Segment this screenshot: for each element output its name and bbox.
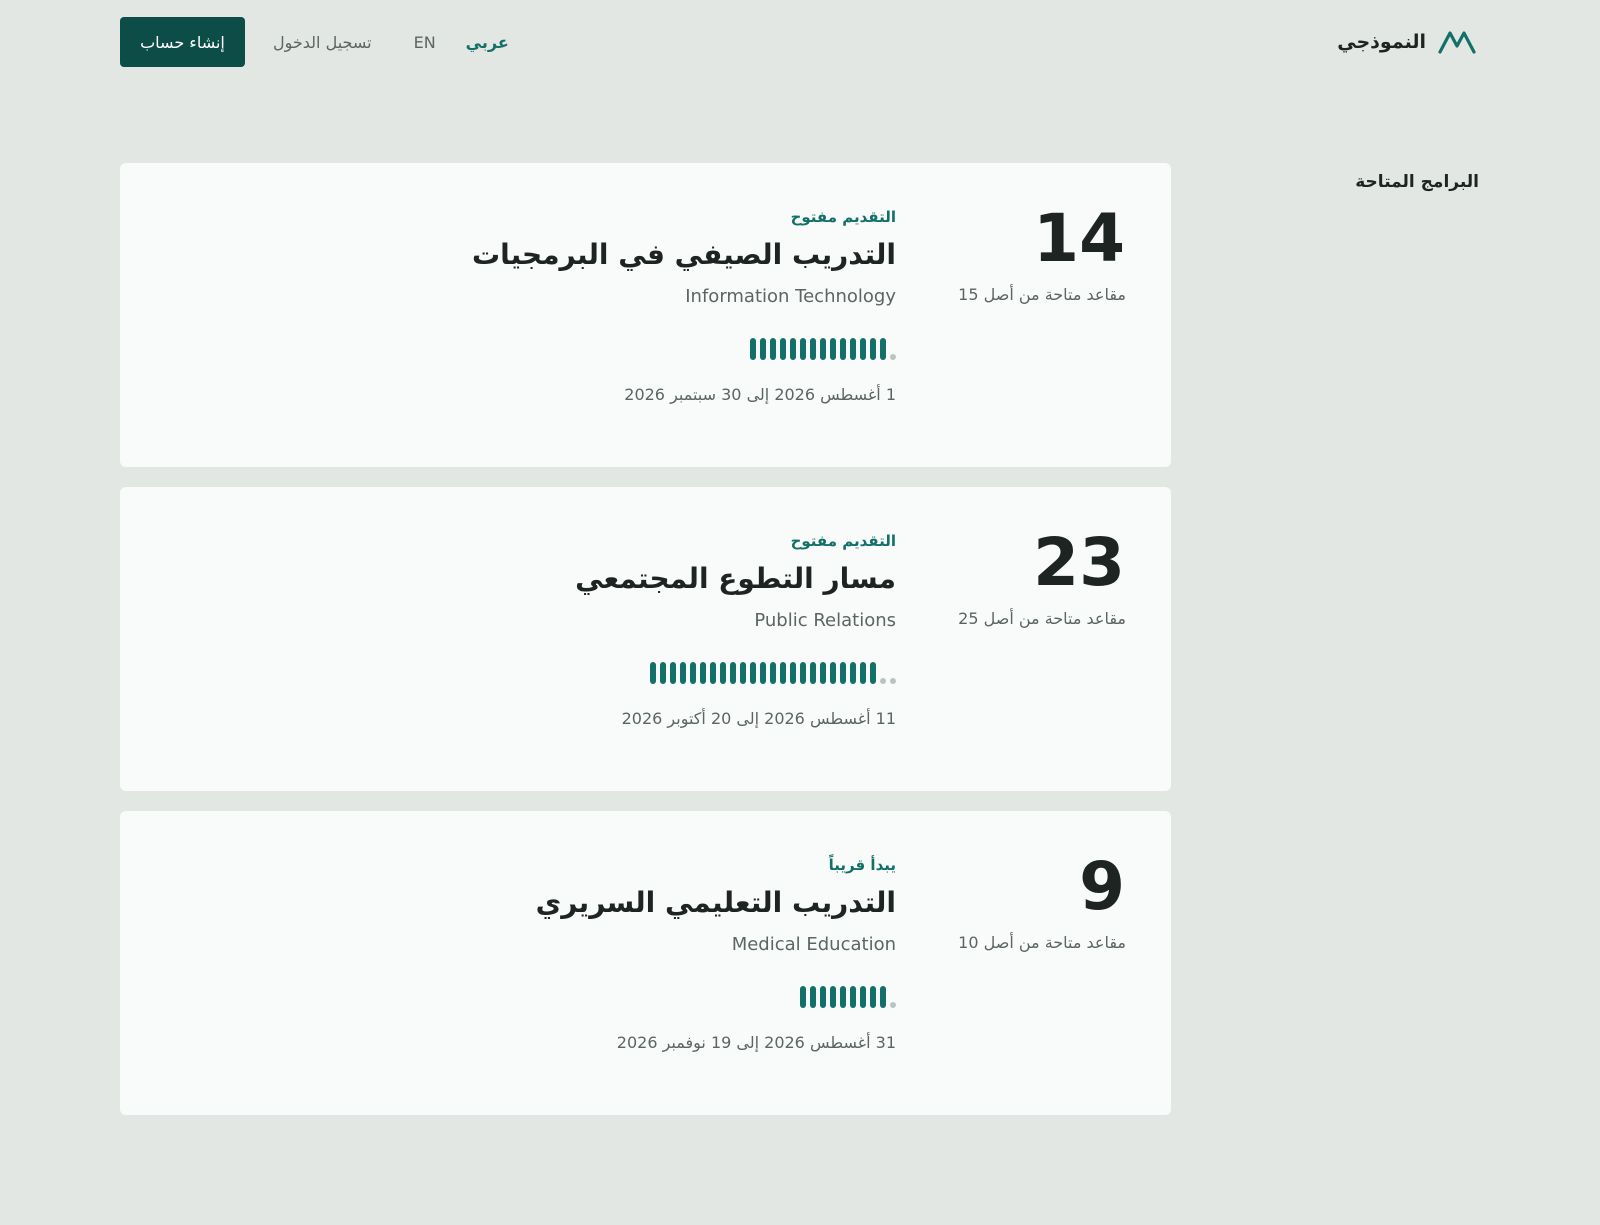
seat-available: [860, 338, 866, 360]
seat-taken: [890, 678, 896, 684]
lang-ar-link[interactable]: عربي: [466, 33, 509, 52]
seat-taken: [890, 354, 896, 360]
seat-available: [820, 986, 826, 1008]
seat-available: [860, 986, 866, 1008]
seat-available: [740, 662, 746, 684]
seats-available-count: 9: [1079, 848, 1125, 925]
seat-available: [820, 662, 826, 684]
seats-available-count: 23: [1033, 524, 1125, 601]
seat-availability-bar: [750, 336, 896, 360]
status-badge: يبدأ قريباً: [828, 856, 896, 874]
seat-available: [710, 662, 716, 684]
seats-available-count: 14: [1033, 200, 1125, 277]
brand-name: النموذجي: [1337, 31, 1426, 53]
program-department: Medical Education: [731, 934, 896, 955]
seat-available: [760, 338, 766, 360]
program-title[interactable]: التدريب الصيفي في البرمجيات: [472, 235, 896, 275]
seat-available: [830, 662, 836, 684]
seats-caption: مقاعد متاحة من أصل 10: [958, 933, 1126, 952]
program-dates: 11 أغسطس 2026 إلى 20 أكتوبر 2026: [621, 709, 896, 728]
seat-available: [860, 662, 866, 684]
seat-available: [750, 662, 756, 684]
seat-available: [870, 662, 876, 684]
seat-available: [790, 662, 796, 684]
program-card[interactable]: 23 مقاعد متاحة من أصل 25 التقديم مفتوح م…: [120, 487, 1171, 791]
seat-available: [820, 338, 826, 360]
seat-available: [720, 662, 726, 684]
seats-caption: مقاعد متاحة من أصل 25: [958, 609, 1126, 628]
seat-bar-container: [472, 336, 896, 360]
program-title[interactable]: التدريب التعليمي السريري: [536, 883, 896, 923]
seat-availability-bar: [650, 660, 896, 684]
program-list: 14 مقاعد متاحة من أصل 15 التقديم مفتوح ا…: [120, 163, 1171, 1135]
seat-taken: [890, 1002, 896, 1008]
program-card[interactable]: 9 مقاعد متاحة من أصل 10 يبدأ قريباً التد…: [120, 811, 1171, 1115]
seat-available: [800, 986, 806, 1008]
seat-available: [880, 986, 886, 1008]
seat-available: [770, 662, 776, 684]
section-title: البرامج المتاحة: [1355, 172, 1479, 192]
seat-bar-container: [536, 984, 896, 1008]
seat-taken: [880, 678, 886, 684]
seat-available: [810, 986, 816, 1008]
top-header: النموذجي إنشاء حساب تسجيل الدخول EN عربي: [0, 0, 1600, 86]
mountain-logo-icon: [1438, 29, 1476, 55]
seat-available: [750, 338, 756, 360]
seat-available: [730, 662, 736, 684]
seat-available: [760, 662, 766, 684]
seat-available: [850, 986, 856, 1008]
seat-bar-container: [575, 660, 896, 684]
header-nav: إنشاء حساب تسجيل الدخول EN عربي: [120, 17, 509, 67]
program-card[interactable]: 14 مقاعد متاحة من أصل 15 التقديم مفتوح ا…: [120, 163, 1171, 467]
seat-available: [700, 662, 706, 684]
seat-available: [830, 338, 836, 360]
seat-available: [840, 662, 846, 684]
seats-caption: مقاعد متاحة من أصل 15: [958, 285, 1126, 304]
signup-button[interactable]: إنشاء حساب: [120, 17, 245, 67]
status-badge: التقديم مفتوح: [790, 532, 896, 550]
seat-available: [780, 338, 786, 360]
brand-logo[interactable]: النموذجي: [1337, 29, 1476, 55]
program-dates: 31 أغسطس 2026 إلى 19 نوفمبر 2026: [616, 1033, 896, 1052]
lang-en-link[interactable]: EN: [414, 33, 436, 52]
seat-available: [770, 338, 776, 360]
seat-available: [800, 338, 806, 360]
seat-available: [780, 662, 786, 684]
program-info: التقديم مفتوح مسار التطوع المجتمعي Publi…: [575, 531, 896, 730]
seat-available: [670, 662, 676, 684]
program-dates: 1 أغسطس 2026 إلى 30 سبتمبر 2026: [624, 385, 896, 404]
program-department: Information Technology: [685, 286, 896, 307]
seat-available: [870, 338, 876, 360]
program-info: يبدأ قريباً التدريب التعليمي السريري Med…: [536, 855, 896, 1054]
seat-available: [650, 662, 656, 684]
program-department: Public Relations: [754, 610, 896, 631]
seat-availability-bar: [800, 984, 896, 1008]
seat-available: [840, 986, 846, 1008]
seat-available: [850, 662, 856, 684]
seat-available: [830, 986, 836, 1008]
seat-available: [660, 662, 666, 684]
seat-available: [800, 662, 806, 684]
seat-available: [850, 338, 856, 360]
seat-available: [680, 662, 686, 684]
login-link[interactable]: تسجيل الدخول: [273, 33, 372, 52]
seat-available: [880, 338, 886, 360]
seat-available: [870, 986, 876, 1008]
seat-available: [790, 338, 796, 360]
seat-available: [810, 338, 816, 360]
seat-available: [690, 662, 696, 684]
seat-available: [810, 662, 816, 684]
seat-available: [840, 338, 846, 360]
program-info: التقديم مفتوح التدريب الصيفي في البرمجيا…: [472, 207, 896, 406]
program-title[interactable]: مسار التطوع المجتمعي: [575, 559, 896, 599]
status-badge: التقديم مفتوح: [790, 208, 896, 226]
